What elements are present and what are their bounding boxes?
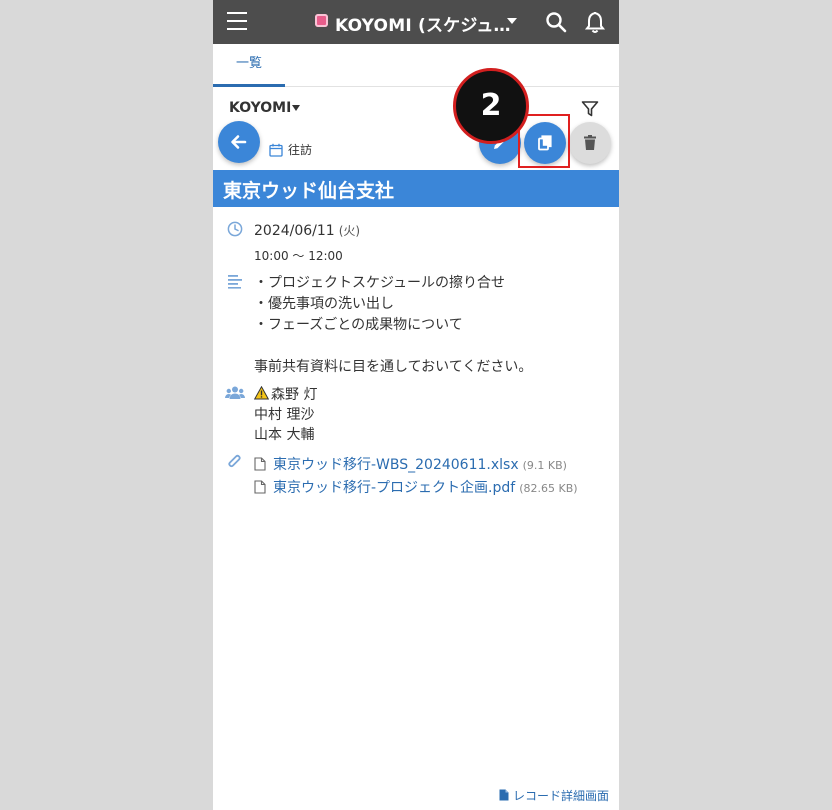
step-badge: 2	[453, 68, 529, 144]
file-icon	[254, 480, 266, 494]
clock-icon	[227, 221, 243, 237]
search-icon[interactable]	[545, 11, 567, 33]
back-button[interactable]	[218, 121, 260, 163]
trash-icon	[584, 135, 596, 150]
copy-button-highlight	[518, 114, 570, 168]
attendee-item[interactable]: 中村 理沙	[254, 405, 317, 425]
arrow-left-icon	[231, 135, 247, 149]
calendar-icon	[269, 143, 283, 157]
document-icon	[499, 789, 509, 801]
record-detail-link-label: レコード詳細画面	[512, 789, 609, 803]
attendee-list: 森野 灯 中村 理沙 山本 大輔	[254, 385, 317, 445]
paperclip-icon	[228, 454, 241, 468]
attachment-list: 東京ウッド移行-WBS_20240611.xlsx (9.1 KB) 東京ウッド移…	[254, 454, 578, 500]
memo-icon	[228, 275, 242, 289]
record-title: 東京ウッド仙台支社	[223, 180, 395, 202]
file-icon	[254, 457, 266, 471]
tab-bar: 一覧	[213, 44, 619, 87]
attendee-item[interactable]: 山本 大輔	[254, 425, 317, 445]
memo-line: ・優先事項の洗い出し	[254, 296, 394, 312]
app-logo-icon	[315, 14, 328, 27]
category-label: 往訪	[288, 143, 313, 157]
date-value: 2024/06/11	[254, 223, 335, 239]
attachment-size: (82.65 KB)	[519, 482, 578, 495]
caret-down-icon	[292, 105, 301, 111]
users-icon	[225, 386, 245, 399]
memo-line: 事前共有資料に目を通しておいてください。	[254, 359, 533, 375]
record-title-bar: 東京ウッド仙台支社	[213, 170, 619, 207]
attendee-name: 森野 灯	[271, 387, 318, 403]
record-memo: ・プロジェクトスケジュールの擦り合せ ・優先事項の洗い出し ・フェーズごとの成果…	[254, 273, 532, 378]
attendee-item[interactable]: 森野 灯	[254, 385, 317, 405]
attachment-link[interactable]: 東京ウッド移行-プロジェクト企画.pdf	[273, 480, 515, 496]
memo-line: ・プロジェクトスケジュールの擦り合せ	[254, 275, 506, 291]
memo-line: ・フェーズごとの成果物について	[254, 317, 463, 333]
record-time: 10:00 ～ 12:00	[254, 249, 343, 263]
mobile-screen: KOYOMI (スケジュ… 一覧 KOYOMI 往訪 2 東京ウッド仙台支社 2…	[213, 0, 619, 810]
tab-list[interactable]: 一覧	[213, 44, 285, 87]
top-bar: KOYOMI (スケジュ…	[213, 0, 619, 44]
delete-button[interactable]	[569, 122, 611, 164]
app-title[interactable]: KOYOMI (スケジュ…	[335, 11, 511, 36]
attachment-link[interactable]: 東京ウッド移行-WBS_20240611.xlsx	[273, 457, 519, 473]
category-row: 往訪	[269, 141, 312, 159]
record-date: 2024/06/11 (火)	[254, 222, 360, 239]
memo-line-blank	[254, 336, 532, 357]
attachment-item: 東京ウッド移行-WBS_20240611.xlsx (9.1 KB)	[254, 454, 578, 477]
attachment-item: 東京ウッド移行-プロジェクト企画.pdf (82.65 KB)	[254, 477, 578, 500]
warning-icon	[254, 386, 269, 400]
filter-icon[interactable]	[581, 100, 599, 118]
app-selector-label: KOYOMI	[229, 100, 292, 116]
record-detail-link[interactable]: レコード詳細画面	[499, 787, 609, 804]
chevron-down-icon[interactable]	[507, 18, 517, 24]
attachment-size: (9.1 KB)	[522, 459, 567, 472]
bell-icon[interactable]	[584, 10, 606, 34]
app-selector[interactable]: KOYOMI	[229, 100, 301, 116]
menu-icon[interactable]	[227, 12, 247, 30]
weekday-value: (火)	[338, 224, 361, 238]
